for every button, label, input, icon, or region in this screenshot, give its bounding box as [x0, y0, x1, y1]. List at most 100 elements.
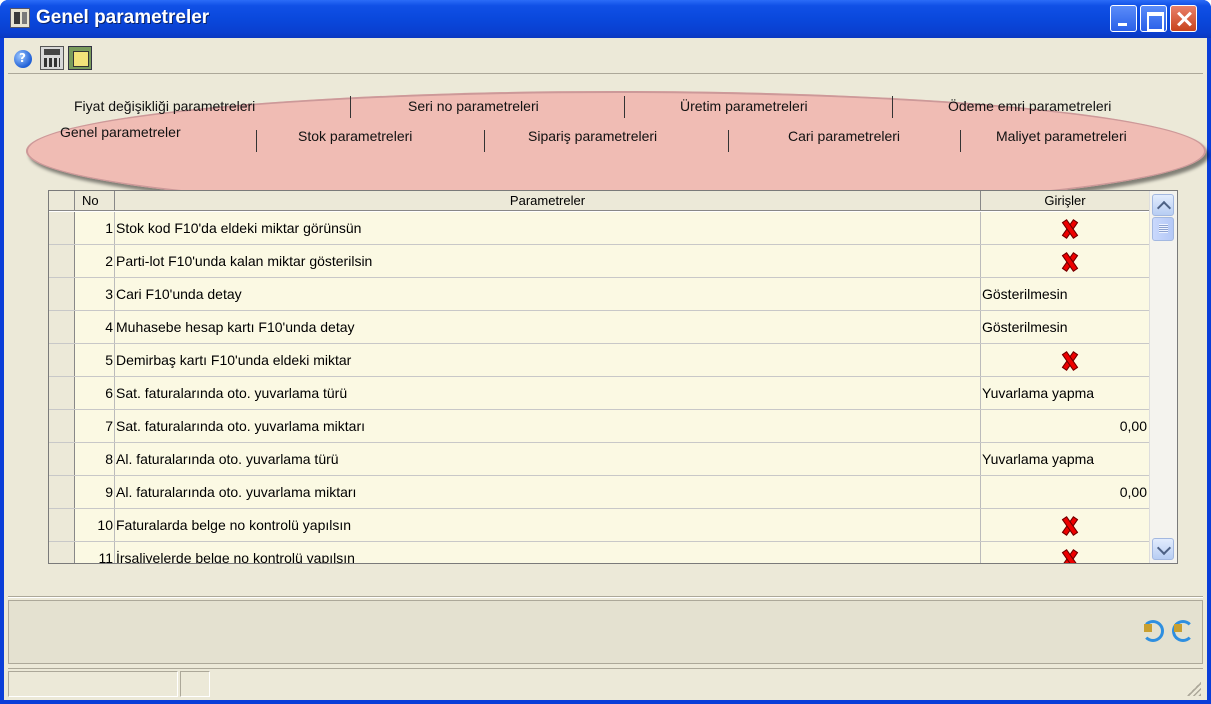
row-value[interactable] — [981, 212, 1149, 244]
tab-separator — [624, 96, 625, 118]
bottom-panel — [8, 600, 1203, 664]
table-row[interactable]: 3 Cari F10'unda detay Gösterilmesin — [49, 278, 1149, 311]
parameters-grid: No Parametreler Girişler 1 Stok kod F10'd… — [48, 190, 1178, 564]
header-parametreler[interactable]: Parametreler — [115, 191, 981, 211]
tab-genel[interactable]: Genel parametreler — [60, 124, 181, 140]
status-panel — [180, 671, 210, 697]
checkbox-x-icon[interactable] — [1061, 220, 1077, 236]
row-parameter: Sat. faturalarında oto. yuvarlama miktar… — [115, 410, 981, 442]
row-selector[interactable] — [49, 509, 75, 541]
close-button[interactable] — [1170, 5, 1197, 32]
tab-siparis[interactable]: Sipariş parametreleri — [528, 128, 657, 144]
minimize-button[interactable] — [1110, 5, 1137, 32]
table-row[interactable]: 9 Al. faturalarında oto. yuvarlama miktar… — [49, 476, 1149, 509]
tab-separator — [256, 130, 257, 152]
row-selector[interactable] — [49, 410, 75, 442]
row-value[interactable] — [981, 542, 1149, 563]
table-row[interactable]: 11 İrsaliyelerde belge no kontrolü yapıls… — [49, 542, 1149, 563]
status-panel — [8, 671, 178, 697]
table-row[interactable]: 7 Sat. faturalarında oto. yuvarlama mikta… — [49, 410, 1149, 443]
row-no: 10 — [75, 509, 115, 541]
row-no: 4 — [75, 311, 115, 343]
checkbox-x-icon[interactable] — [1061, 550, 1077, 563]
row-parameter: Demirbaş kartı F10'unda eldeki miktar — [115, 344, 981, 376]
row-value[interactable] — [981, 245, 1149, 277]
undo-button[interactable] — [1167, 615, 1195, 643]
client-area: Fiyat değişikliği parametreleri Seri no … — [4, 38, 1207, 700]
row-no: 7 — [75, 410, 115, 442]
row-parameter: Muhasebe hesap kartı F10'unda detay — [115, 311, 981, 343]
row-parameter: Al. faturalarında oto. yuvarlama miktarı — [115, 476, 981, 508]
row-selector[interactable] — [49, 377, 75, 409]
tab-separator — [960, 130, 961, 152]
tab-separator — [892, 96, 893, 118]
refresh-button[interactable] — [1137, 615, 1165, 643]
checkbox-x-icon[interactable] — [1061, 517, 1077, 533]
tab-separator — [728, 130, 729, 152]
header-girisler[interactable]: Girişler — [981, 191, 1149, 211]
table-row[interactable]: 1 Stok kod F10'da eldeki miktar görünsün — [49, 212, 1149, 245]
row-selector[interactable] — [49, 311, 75, 343]
table-row[interactable]: 10 Faturalarda belge no kontrolü yapılsın — [49, 509, 1149, 542]
table-row[interactable]: 8 Al. faturalarında oto. yuvarlama türü Yu… — [49, 443, 1149, 476]
row-selector[interactable] — [49, 245, 75, 277]
row-parameter: Faturalarda belge no kontrolü yapılsın — [115, 509, 981, 541]
row-selector[interactable] — [49, 542, 75, 563]
window-title: Genel parametreler — [36, 7, 210, 28]
row-selector[interactable] — [49, 212, 75, 244]
table-row[interactable]: 2 Parti-lot F10'unda kalan miktar gösteri… — [49, 245, 1149, 278]
row-selector[interactable] — [49, 278, 75, 310]
row-no: 3 — [75, 278, 115, 310]
row-value-text: 0,00 — [1119, 484, 1147, 500]
row-parameter: Sat. faturalarında oto. yuvarlama türü — [115, 377, 981, 409]
resize-grip[interactable] — [1187, 682, 1201, 696]
help-icon[interactable] — [14, 50, 32, 68]
row-value[interactable]: 0,00 — [981, 476, 1149, 508]
title-bar[interactable]: Genel parametreler — [0, 0, 1211, 38]
grid-rows: 1 Stok kod F10'da eldeki miktar görünsün 2… — [49, 212, 1149, 563]
row-no: 9 — [75, 476, 115, 508]
header-selector — [49, 191, 75, 211]
header-no[interactable]: No — [75, 191, 115, 211]
checkbox-x-icon[interactable] — [1061, 253, 1077, 269]
row-parameter: Parti-lot F10'unda kalan miktar gösteril… — [115, 245, 981, 277]
row-parameter: Al. faturalarında oto. yuvarlama türü — [115, 443, 981, 475]
row-value[interactable]: Yuvarlama yapma — [981, 377, 1149, 409]
row-selector[interactable] — [49, 476, 75, 508]
table-row[interactable]: 4 Muhasebe hesap kartı F10'unda detay Göst… — [49, 311, 1149, 344]
maximize-button[interactable] — [1140, 5, 1167, 32]
row-value[interactable] — [981, 344, 1149, 376]
tab-uretim[interactable]: Üretim parametreleri — [680, 98, 808, 114]
tab-fiyat-degisikligi[interactable]: Fiyat değişikliği parametreleri — [74, 98, 255, 114]
table-row[interactable]: 5 Demirbaş kartı F10'unda eldeki miktar — [49, 344, 1149, 377]
row-no: 6 — [75, 377, 115, 409]
toolbar — [8, 42, 1203, 74]
tab-row-2: Genel parametreler Stok parametreleri Si… — [48, 124, 1198, 152]
row-value[interactable]: 0,00 — [981, 410, 1149, 442]
scroll-thumb[interactable] — [1152, 217, 1174, 241]
row-value-text: 0,00 — [1119, 418, 1147, 434]
tab-separator — [484, 130, 485, 152]
row-value[interactable]: Gösterilmesin — [981, 311, 1149, 343]
row-selector[interactable] — [49, 344, 75, 376]
row-parameter: İrsaliyelerde belge no kontrolü yapılsın — [115, 542, 981, 563]
checkbox-x-icon[interactable] — [1061, 352, 1077, 368]
tab-separator — [350, 96, 351, 118]
tab-maliyet[interactable]: Maliyet parametreleri — [996, 128, 1127, 144]
tab-seri-no[interactable]: Seri no parametreleri — [408, 98, 539, 114]
vertical-scrollbar[interactable] — [1149, 191, 1177, 563]
row-no: 8 — [75, 443, 115, 475]
row-value[interactable]: Gösterilmesin — [981, 278, 1149, 310]
scroll-down-button[interactable] — [1152, 538, 1174, 560]
form-icon[interactable] — [68, 46, 92, 70]
tab-odeme-emri[interactable]: Ödeme emri parametreleri — [948, 98, 1111, 114]
row-value-text: Yuvarlama yapma — [982, 451, 1095, 467]
row-selector[interactable] — [49, 443, 75, 475]
tab-stok[interactable]: Stok parametreleri — [298, 128, 412, 144]
table-row[interactable]: 6 Sat. faturalarında oto. yuvarlama türü Y… — [49, 377, 1149, 410]
calculator-icon[interactable] — [40, 46, 64, 70]
scroll-up-button[interactable] — [1152, 194, 1174, 216]
tab-cari[interactable]: Cari parametreleri — [788, 128, 900, 144]
row-value[interactable] — [981, 509, 1149, 541]
row-value[interactable]: Yuvarlama yapma — [981, 443, 1149, 475]
